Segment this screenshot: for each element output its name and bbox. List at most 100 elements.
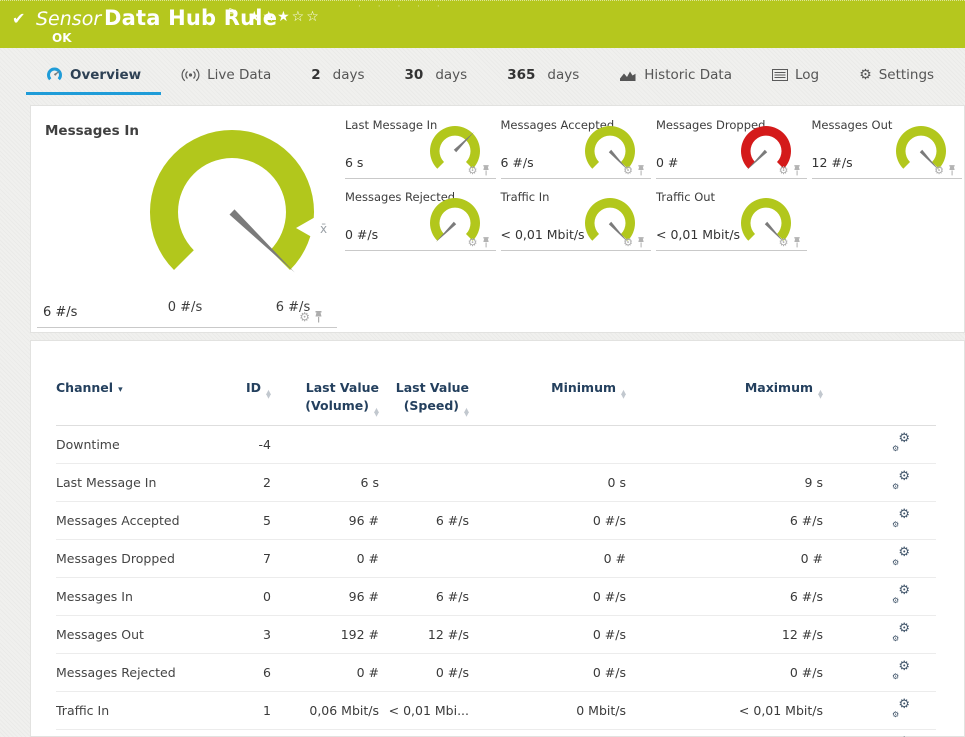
tab-2-days[interactable]: 2 days xyxy=(291,61,384,95)
gear-icon[interactable]: ⚙ xyxy=(779,165,789,176)
channel-settings-gears-icon[interactable]: ⚙ ⚙ xyxy=(891,470,910,491)
gauge-title: Last Message In xyxy=(345,118,438,132)
pin-icon[interactable] xyxy=(948,165,956,176)
tab-label: Overview xyxy=(70,67,142,83)
channel-actions: ⚙⚙ xyxy=(823,691,936,731)
channel-speed: 12 #/s xyxy=(379,615,469,655)
channel-settings-gears-icon[interactable]: ⚙ ⚙ xyxy=(891,698,910,719)
pin-icon[interactable] xyxy=(637,165,645,176)
col-header-actions xyxy=(823,377,936,427)
channel-id: 0 xyxy=(216,577,271,617)
tab-30-days[interactable]: 30 days xyxy=(385,61,488,95)
pin-icon[interactable] xyxy=(482,237,490,248)
tab-label: Settings xyxy=(878,67,935,83)
channel-settings-gears-icon[interactable]: ⚙ ⚙ xyxy=(891,546,910,567)
channel-row-traffic-in: Traffic In 1 0,06 Mbit/s < 0,01 Mbi... 0 Mbi… xyxy=(56,691,936,731)
channel-settings-gears-icon[interactable]: ⚙ ⚙ xyxy=(891,622,910,643)
tile-actions: ⚙ xyxy=(779,237,801,248)
sort-icon: ▲ ▼ xyxy=(464,406,469,419)
gauge-tile-messages-out: Messages Out 12 #/s ⚙ xyxy=(811,113,962,179)
gear-icon[interactable]: ⚙ xyxy=(468,165,478,176)
channel-settings-gears-icon[interactable]: ⚙ ⚙ xyxy=(891,584,910,605)
channel-speed xyxy=(379,539,469,579)
channel-id: 2 xyxy=(216,463,271,503)
channel-actions: ⚙⚙ xyxy=(823,425,936,465)
channel-volume: 6 s xyxy=(271,463,379,503)
channel-volume: 0,12 Mbit/s xyxy=(271,729,379,737)
gear-icon[interactable]: ⚙ xyxy=(934,165,944,176)
channel-settings-gears-icon[interactable]: ⚙ ⚙ xyxy=(891,508,910,529)
gear-icon[interactable]: ⚙ xyxy=(623,165,633,176)
sensor-status-badge: OK xyxy=(52,31,72,45)
channel-max xyxy=(626,425,823,465)
tile-actions: ⚙ xyxy=(299,311,323,323)
gear-icon[interactable]: ⚙ xyxy=(623,237,633,248)
pin-icon[interactable] xyxy=(637,237,645,248)
settings-gear-icon: ⚙ xyxy=(859,67,872,83)
channel-max: 0 # xyxy=(626,539,823,579)
sort-icon: ▲ ▼ xyxy=(818,388,823,400)
col-label: Minimum xyxy=(551,380,616,395)
channel-name[interactable]: Messages In xyxy=(56,577,216,617)
tab-number: 2 xyxy=(311,67,321,83)
tab-label: Log xyxy=(795,67,820,83)
col-header-last-value-speed[interactable]: Last Value (Speed) ▲ ▼ xyxy=(379,377,469,427)
gauge-value: < 0,01 Mbit/s xyxy=(500,227,585,242)
tab-live-data[interactable]: Live Data xyxy=(161,61,291,95)
channel-row-messages-accepted: Messages Accepted 5 96 #6 #/s 0 #/s 6 #/s ⚙ ⚙ xyxy=(56,501,936,541)
priority-stars[interactable]: ★★★☆☆ xyxy=(248,9,321,25)
tab-label: days xyxy=(547,67,580,83)
channel-min: 0 #/s xyxy=(469,501,626,541)
channel-min: 0 #/s xyxy=(469,653,626,693)
tab-settings[interactable]: ⚙ Settings xyxy=(839,61,954,95)
gauge-tile-traffic-out: Traffic Out < 0,01 Mbit/s ⚙ xyxy=(656,185,807,251)
col-header-channel[interactable]: Channel ▾ xyxy=(56,377,216,427)
gauge-value: < 0,01 Mbit/s xyxy=(656,227,741,242)
tab-365-days[interactable]: 365 days xyxy=(487,61,599,95)
tab-label: Live Data xyxy=(207,67,272,83)
channel-settings-gears-icon[interactable]: ⚙ ⚙ xyxy=(891,432,910,453)
sort-descending-icon: ▾ xyxy=(118,385,123,395)
historic-data-icon xyxy=(619,69,637,82)
col-header-maximum[interactable]: Maximum ▲ ▼ xyxy=(626,377,823,427)
gear-icon[interactable]: ⚙ xyxy=(299,311,310,323)
pin-icon[interactable] xyxy=(793,237,801,248)
channel-name[interactable]: Messages Dropped xyxy=(56,539,216,579)
channel-name[interactable]: Traffic Out xyxy=(56,729,216,737)
col-header-id[interactable]: ID ▲ ▼ xyxy=(216,377,271,427)
channel-min: 0 s xyxy=(469,463,626,503)
tab-overview[interactable]: Overview xyxy=(26,61,162,95)
channel-name[interactable]: Messages Rejected xyxy=(56,653,216,693)
gear-icon[interactable]: ⚙ xyxy=(779,237,789,248)
gauge-value: 0 #/s xyxy=(345,227,379,242)
channel-max: 0 #/s xyxy=(626,653,823,693)
col-header-minimum[interactable]: Minimum ▲ ▼ xyxy=(469,377,626,427)
gauge-tile-messages-accepted: Messages Accepted 6 #/s ⚙ xyxy=(500,113,651,179)
pin-icon[interactable] xyxy=(482,165,490,176)
faded-toolbar-dots: · · · · · xyxy=(358,2,447,12)
channel-id: 4 xyxy=(216,729,271,737)
tab-log[interactable]: Log xyxy=(752,61,839,95)
col-label: Channel xyxy=(56,380,114,395)
pin-icon[interactable] xyxy=(793,165,801,176)
sensor-header: ✔ Sensor Data Hub Rule ⚐ ★★★☆☆ OK · · · … xyxy=(0,0,965,48)
gauge-tile-last-message-in: Last Message In 6 s ⚙ xyxy=(345,113,496,179)
channel-row-messages-dropped: Messages Dropped 7 0 #0 #0 # ⚙ ⚙ xyxy=(56,539,936,579)
channel-name[interactable]: Traffic In xyxy=(56,691,216,731)
channel-min: 0 Mbit/s xyxy=(469,691,626,731)
tab-historic-data[interactable]: Historic Data xyxy=(599,61,752,95)
pin-icon[interactable] xyxy=(314,311,323,323)
sort-icon: ▲ ▼ xyxy=(374,406,379,419)
gauges-panel: Messages In x̄ 0 #/s 6 #/s 6 #/s ⚙ Last … xyxy=(30,105,965,333)
col-header-last-value-volume[interactable]: Last Value (Volume) ▲ ▼ xyxy=(271,377,379,427)
channel-speed: 0 #/s xyxy=(379,653,469,693)
channel-name[interactable]: Messages Accepted xyxy=(56,501,216,541)
gear-icon[interactable]: ⚙ xyxy=(468,237,478,248)
channel-settings-gears-icon[interactable]: ⚙ ⚙ xyxy=(891,660,910,681)
channel-name[interactable]: Downtime xyxy=(56,425,216,465)
channel-name[interactable]: Messages Out xyxy=(56,615,216,655)
channel-name[interactable]: Last Message In xyxy=(56,463,216,503)
tab-number: 365 xyxy=(507,67,536,83)
channel-min xyxy=(469,425,626,465)
channel-row-downtime: Downtime -4 ⚙ ⚙ xyxy=(56,425,936,465)
